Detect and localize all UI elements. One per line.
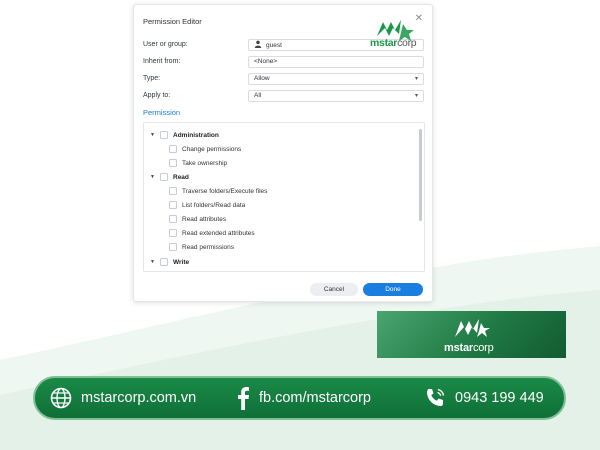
tree-label: Read <box>173 173 189 181</box>
user-label: User or group: <box>143 41 188 48</box>
tree-item-list-folders[interactable]: List folders/Read data <box>169 199 245 211</box>
permission-heading: Permission <box>143 108 181 117</box>
scrollbar[interactable] <box>419 129 422 221</box>
website-text: mstarcorp.com.vn <box>81 390 197 406</box>
tree-label: Read attributes <box>182 215 227 223</box>
checkbox[interactable] <box>169 159 177 167</box>
tree-label: Change permissions <box>182 145 242 153</box>
inherit-label: Inherit from: <box>143 58 181 65</box>
tree-label: Take ownership <box>182 159 228 167</box>
tree-item-write[interactable]: ▼ Write <box>150 256 189 268</box>
tree-label: Write <box>173 258 190 266</box>
tree-item-read[interactable]: ▼ Read <box>150 171 189 183</box>
type-select[interactable]: Allow ▾ <box>248 73 424 85</box>
tree-item-read-permissions[interactable]: Read permissions <box>169 241 234 253</box>
collapse-arrow-icon[interactable]: ▼ <box>150 259 158 265</box>
checkbox[interactable] <box>169 187 177 195</box>
user-value: guest <box>266 42 282 49</box>
phone-text: 0943 199 449 <box>455 390 544 406</box>
checkbox[interactable] <box>160 258 168 266</box>
done-button[interactable]: Done <box>363 283 423 296</box>
tree-item-take-ownership[interactable]: Take ownership <box>169 157 227 169</box>
brand-card: mstarcorp <box>377 311 566 358</box>
checkbox[interactable] <box>169 215 177 223</box>
phone-icon <box>427 388 445 406</box>
apply-label: Apply to: <box>143 92 171 99</box>
brand-card-text: mstarcorp <box>444 342 494 354</box>
tree-label: Read permissions <box>182 243 235 251</box>
type-label: Type: <box>143 75 161 82</box>
apply-value: All <box>254 92 262 99</box>
checkbox[interactable] <box>169 201 177 209</box>
collapse-arrow-icon[interactable]: ▼ <box>150 132 158 138</box>
collapse-arrow-icon[interactable]: ▼ <box>150 174 158 180</box>
checkbox[interactable] <box>169 229 177 237</box>
tree-item-read-extended[interactable]: Read extended attributes <box>169 227 255 239</box>
tree-item-read-attributes[interactable]: Read attributes <box>169 213 226 225</box>
website-item[interactable]: mstarcorp.com.vn <box>49 378 196 418</box>
mstar-logo-icon <box>455 319 490 337</box>
tree-label: Read extended attributes <box>182 229 255 237</box>
watermark-brand: mstarcorp <box>370 37 417 49</box>
inherit-value: <None> <box>254 58 278 65</box>
checkbox[interactable] <box>169 243 177 251</box>
contact-footer: mstarcorp.com.vn fb.com/mstarcorp 0943 1… <box>33 376 566 420</box>
cancel-button[interactable]: Cancel <box>310 283 358 296</box>
facebook-item[interactable]: fb.com/mstarcorp <box>235 378 371 418</box>
tree-label: Administration <box>173 131 219 139</box>
dialog-title: Permission Editor <box>143 17 202 26</box>
checkbox[interactable] <box>169 145 177 153</box>
tree-item-change-permissions[interactable]: Change permissions <box>169 143 241 155</box>
permission-tree: ▼ Administration Change permissions Take… <box>143 122 425 272</box>
user-icon <box>254 40 262 48</box>
tree-item-traverse[interactable]: Traverse folders/Execute files <box>169 185 267 197</box>
globe-icon <box>50 387 72 409</box>
chevron-down-icon: ▾ <box>414 76 418 82</box>
facebook-text: fb.com/mstarcorp <box>259 390 371 406</box>
tree-label: List folders/Read data <box>182 201 246 209</box>
tree-item-administration[interactable]: ▼ Administration <box>150 129 219 141</box>
inherit-field: <None> <box>248 56 424 68</box>
apply-select[interactable]: All ▾ <box>248 90 424 102</box>
checkbox[interactable] <box>160 173 168 181</box>
facebook-icon <box>238 387 249 410</box>
phone-item[interactable]: 0943 199 449 <box>423 378 544 418</box>
checkbox[interactable] <box>160 131 168 139</box>
tree-label: Traverse folders/Execute files <box>182 187 268 195</box>
chevron-down-icon: ▾ <box>414 93 418 99</box>
type-value: Allow <box>254 75 270 82</box>
